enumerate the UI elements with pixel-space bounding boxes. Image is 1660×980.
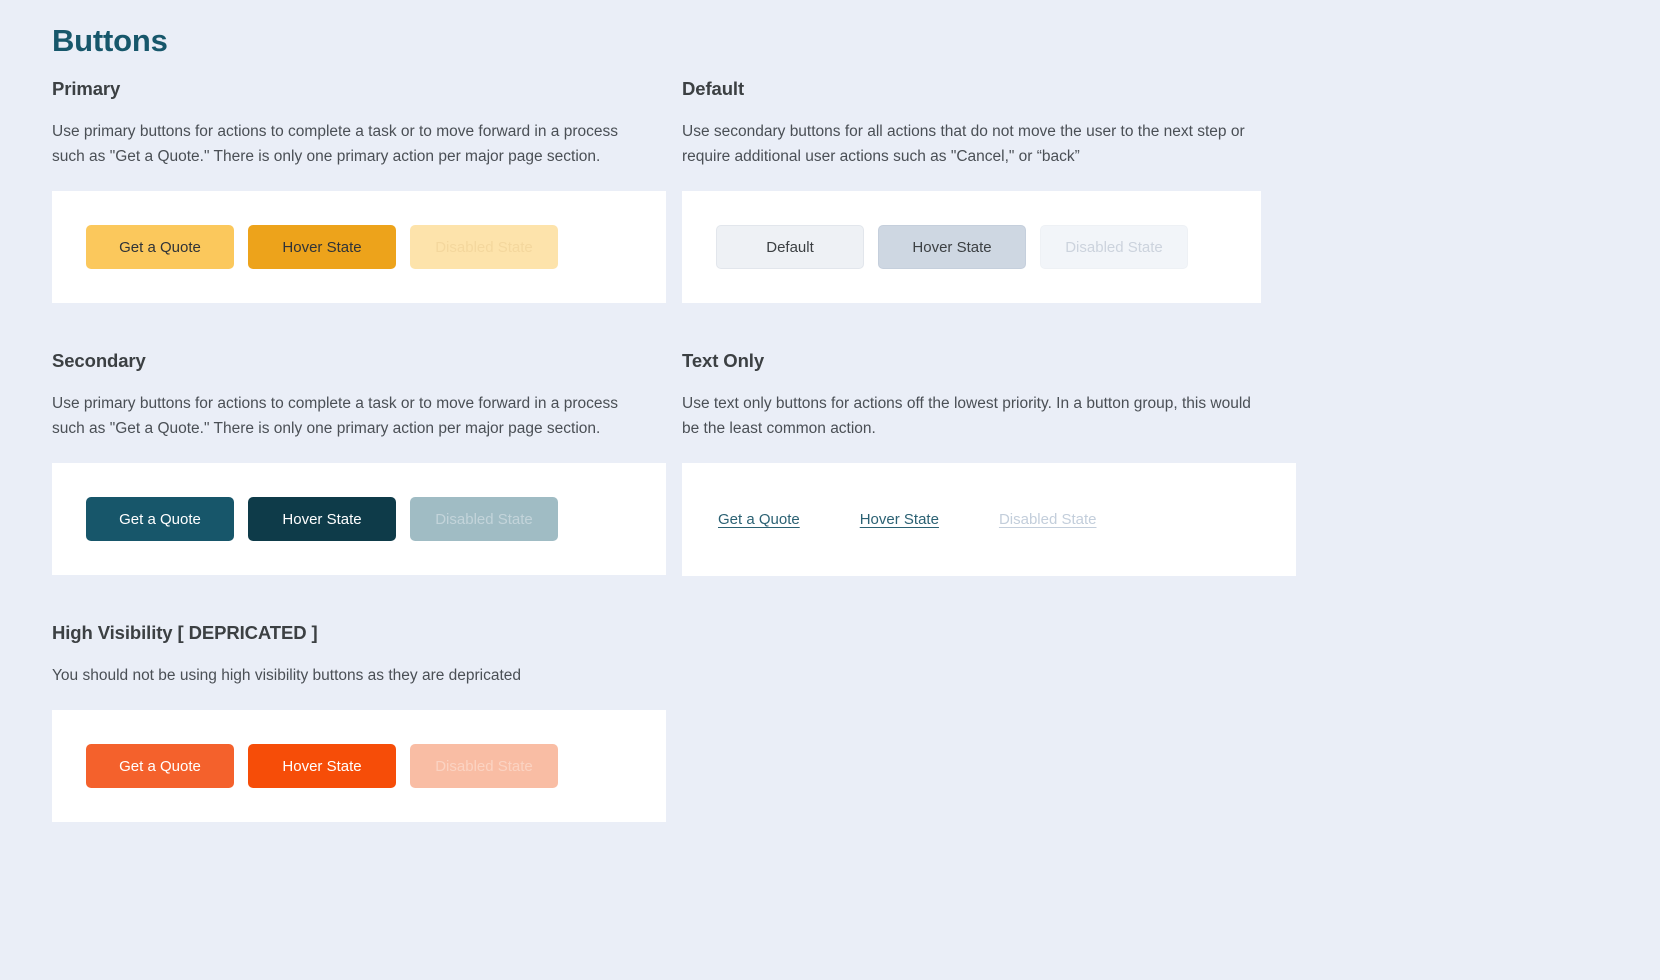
default-button-row: Default Hover State Disabled State [716,225,1188,270]
right-column: Default Use secondary buttons for all ac… [682,77,1322,835]
default-hover-state-button[interactable]: Hover State [878,225,1026,270]
primary-disabled-state-button: Disabled State [410,225,558,270]
text-only-button-row: Get a Quote Hover State Disabled State [716,507,1099,532]
default-button[interactable]: Default [716,225,864,270]
page-title: Buttons [52,23,168,58]
section-default: Default Use secondary buttons for all ac… [682,77,1322,304]
section-secondary-title: Secondary [52,350,146,372]
secondary-buttons-demo-card: Get a Quote Hover State Disabled State [52,463,666,576]
text-only-get-a-quote-link[interactable]: Get a Quote [716,507,802,532]
left-column: Primary Use primary buttons for actions … [52,77,682,835]
high-visibility-buttons-demo-card: Get a Quote Hover State Disabled State [52,710,666,823]
primary-button-row: Get a Quote Hover State Disabled State [86,225,558,270]
secondary-hover-state-button[interactable]: Hover State [248,497,396,542]
section-text-only-description: Use text only buttons for actions off th… [682,395,1251,438]
secondary-disabled-state-button: Disabled State [410,497,558,542]
section-default-title: Default [682,77,744,99]
primary-get-a-quote-button[interactable]: Get a Quote [86,225,234,270]
section-secondary-description: Use primary buttons for actions to compl… [52,395,618,438]
primary-hover-state-button[interactable]: Hover State [248,225,396,270]
content-columns: Primary Use primary buttons for actions … [52,77,1660,835]
section-secondary: Secondary Use primary buttons for action… [52,349,682,576]
high-visibility-get-a-quote-button[interactable]: Get a Quote [86,744,234,789]
high-visibility-disabled-state-button: Disabled State [410,744,558,789]
secondary-get-a-quote-button[interactable]: Get a Quote [86,497,234,542]
secondary-button-row: Get a Quote Hover State Disabled State [86,497,558,542]
primary-buttons-demo-card: Get a Quote Hover State Disabled State [52,191,666,304]
high-visibility-button-row: Get a Quote Hover State Disabled State [86,744,558,789]
high-visibility-hover-state-button[interactable]: Hover State [248,744,396,789]
section-primary-title: Primary [52,77,121,99]
text-only-hover-state-link[interactable]: Hover State [858,507,941,532]
text-only-buttons-demo-card: Get a Quote Hover State Disabled State [682,463,1296,577]
section-high-visibility-description: You should not be using high visibility … [52,667,522,685]
text-only-disabled-state-link: Disabled State [997,507,1099,532]
section-primary: Primary Use primary buttons for actions … [52,77,682,304]
section-text-only: Text Only Use text only buttons for acti… [682,349,1322,577]
section-default-description: Use secondary buttons for all actions th… [682,122,1245,165]
section-primary-description: Use primary buttons for actions to compl… [52,122,618,165]
section-high-visibility-title: High Visibility [ DEPRICATED ] [52,622,318,644]
buttons-style-guide-page: Buttons Primary Use primary buttons for … [0,0,1660,980]
default-buttons-demo-card: Default Hover State Disabled State [682,191,1261,304]
section-high-visibility: High Visibility [ DEPRICATED ] You shoul… [52,621,682,823]
default-disabled-state-button: Disabled State [1040,225,1188,270]
section-text-only-title: Text Only [682,350,765,372]
